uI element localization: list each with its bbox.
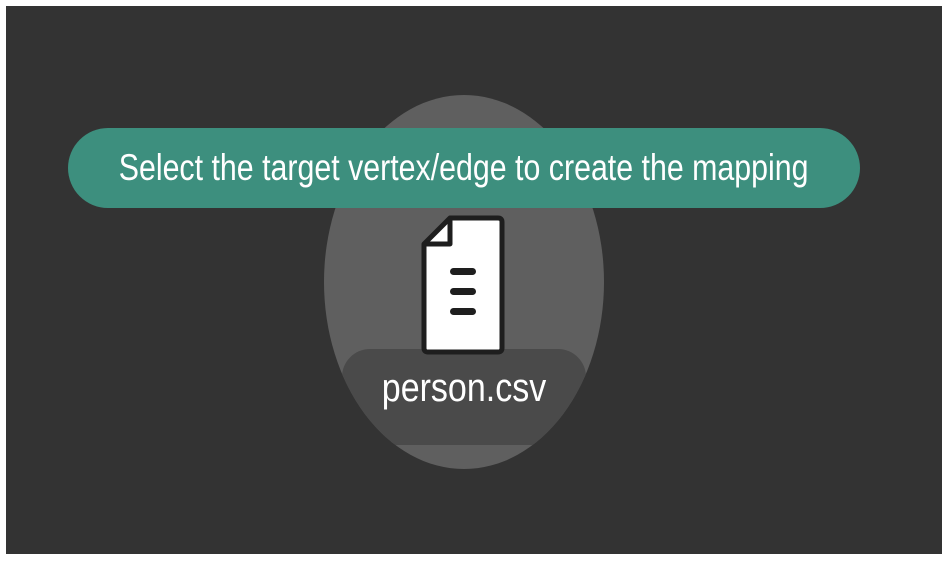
document-icon: [421, 215, 505, 355]
hint-toast: Select the target vertex/edge to create …: [68, 128, 860, 208]
file-name-label: person.csv: [381, 366, 547, 410]
hint-text: Select the target vertex/edge to create …: [119, 147, 809, 188]
mapping-canvas[interactable]: person.csv Select the target vertex/edge…: [6, 6, 942, 554]
